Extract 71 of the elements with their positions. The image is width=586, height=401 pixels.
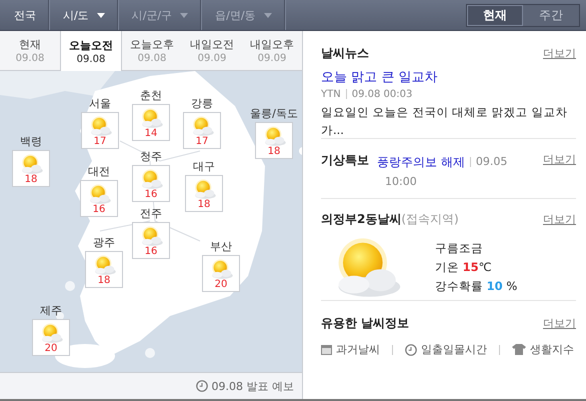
time-tab[interactable]: 오늘오전 09.08 — [60, 31, 122, 71]
city-weather-card[interactable]: 17 — [81, 112, 119, 149]
city-name: 전주 — [140, 206, 162, 221]
caret-icon — [264, 12, 272, 18]
news-headline[interactable]: 오늘 맑고 큰 일교차 — [321, 70, 438, 85]
city-weather-card[interactable]: 20 — [202, 255, 240, 292]
more-link[interactable]: 더보기 — [543, 152, 576, 167]
city-name: 서울 — [89, 96, 111, 111]
city-name: 울릉/독도 — [250, 106, 298, 121]
location-note: (접속지역) — [401, 212, 459, 226]
city-name: 백령 — [20, 134, 42, 149]
city-name: 제주 — [40, 303, 62, 318]
warning-date: 09.05 — [476, 154, 508, 170]
caret-icon — [180, 12, 188, 18]
view-toggle-button[interactable]: 주간 — [523, 4, 579, 26]
section-title: 기상특보 — [321, 152, 369, 169]
city-weather-card[interactable]: 16 — [80, 180, 118, 217]
section-title: 유용한 날씨정보 — [321, 315, 410, 332]
city-weather-card[interactable]: 16 — [132, 165, 170, 202]
city-weather-card[interactable]: 18 — [85, 251, 123, 288]
more-link[interactable]: 더보기 — [543, 212, 576, 227]
city-weather-card[interactable]: 20 — [32, 319, 70, 356]
news-time: 09.08 00:03 — [352, 89, 412, 100]
city-name: 춘천 — [140, 88, 162, 103]
city-name: 강릉 — [191, 96, 213, 111]
rain-probability: 강수확률 10 % — [435, 278, 518, 294]
location-dropdown[interactable]: 시/도 — [49, 0, 118, 30]
city-weather-card[interactable]: 18 — [255, 122, 293, 159]
city-temperature: 18 — [98, 276, 110, 286]
city-temperature: 16 — [144, 247, 158, 257]
news-summary: 일요일인 오늘은 전국이 대체로 맑겠고 일교차가... — [321, 104, 568, 139]
city-weather-card[interactable]: 18 — [12, 150, 50, 187]
view-toggle-button[interactable]: 현재 — [467, 4, 523, 26]
city-name: 부산 — [210, 239, 232, 254]
city-temperature: 18 — [24, 175, 38, 185]
city-temperature: 18 — [198, 200, 210, 210]
clock-icon — [196, 380, 208, 392]
city-weather-card[interactable]: 14 — [132, 104, 170, 141]
warning-headline[interactable]: 풍랑주의보 해제 — [377, 152, 465, 172]
location-crumb[interactable]: 전국 — [0, 0, 49, 30]
city-name: 대구 — [193, 159, 215, 174]
city-temperature: 20 — [214, 280, 228, 290]
more-link[interactable]: 더보기 — [543, 316, 576, 331]
city-weather-card[interactable]: 16 — [132, 222, 170, 259]
city-weather-card[interactable]: 18 — [185, 175, 223, 212]
section-title: 날씨뉴스 — [321, 45, 369, 62]
forecast-note: 09.08 발표 예보 — [212, 378, 294, 394]
news-source: YTN — [321, 89, 341, 100]
clock-icon — [405, 344, 417, 356]
info-link[interactable]: 생활지수 — [512, 342, 574, 357]
warning-time: 10:00 — [385, 174, 417, 190]
city-temperature: 17 — [196, 137, 208, 147]
city-name: 대전 — [88, 164, 110, 179]
city-temperature: 14 — [144, 129, 158, 139]
info-link[interactable]: 일출일몰시간 — [405, 342, 487, 357]
city-temperature: 16 — [144, 190, 158, 200]
more-link[interactable]: 더보기 — [543, 46, 576, 61]
city-temperature: 17 — [94, 137, 106, 147]
city-temperature: 16 — [92, 205, 106, 215]
shirt-icon — [512, 344, 526, 355]
caret-icon — [96, 12, 105, 18]
city-name: 광주 — [93, 235, 115, 250]
section-title: 의정부2동날씨 — [321, 212, 402, 226]
city-temperature: 18 — [268, 147, 280, 157]
city-temperature: 20 — [44, 344, 58, 354]
city-name: 청주 — [140, 149, 162, 164]
weather-condition: 구름조금 — [435, 240, 484, 256]
city-weather-card[interactable]: 17 — [183, 112, 221, 149]
info-link[interactable]: 과거날씨 — [321, 342, 380, 357]
calendar-icon — [321, 344, 332, 355]
temperature-reading: 기온 15℃ — [435, 260, 493, 274]
